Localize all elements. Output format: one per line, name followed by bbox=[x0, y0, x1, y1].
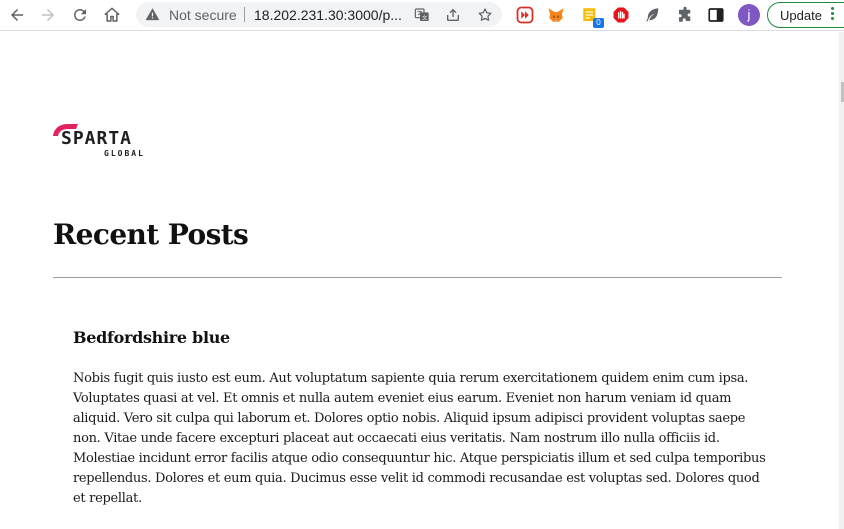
metamask-extension-button[interactable] bbox=[546, 5, 566, 25]
reload-icon bbox=[74, 8, 86, 21]
share-icon bbox=[447, 8, 459, 21]
extension-red-button[interactable] bbox=[515, 5, 535, 25]
url-text[interactable]: 18.202.231.30:3000/p... bbox=[254, 7, 402, 23]
extension-badge: 0 bbox=[593, 18, 604, 28]
back-button[interactable] bbox=[4, 3, 30, 27]
home-icon bbox=[104, 7, 120, 22]
profile-avatar[interactable]: j bbox=[738, 4, 760, 26]
post-title[interactable]: Bedfordshire blue bbox=[73, 328, 230, 347]
translate-icon: 文 bbox=[414, 8, 429, 22]
page-title: Recent Posts bbox=[53, 218, 249, 251]
post-body: Nobis fugit quis iusto est eum. Aut volu… bbox=[73, 371, 766, 506]
stop-hand-icon bbox=[613, 7, 629, 23]
adblock-extension-button[interactable] bbox=[611, 5, 631, 25]
browser-toolbar: Not secure 18.202.231.30:3000/p... 文 0 j… bbox=[0, 0, 844, 31]
star-icon bbox=[478, 8, 492, 21]
update-button[interactable]: Update bbox=[767, 2, 844, 28]
forward-button[interactable] bbox=[35, 3, 61, 27]
address-bar[interactable]: Not secure 18.202.231.30:3000/p... 文 bbox=[136, 2, 502, 27]
side-panel-icon bbox=[708, 8, 724, 22]
leaf-icon bbox=[646, 8, 659, 22]
puzzle-icon bbox=[679, 6, 691, 22]
logo-wordmark: SPARTA bbox=[61, 128, 133, 149]
logo-subtitle: GLOBAL bbox=[104, 149, 145, 158]
translate-button[interactable]: 文 bbox=[412, 5, 432, 25]
fast-forward-icon bbox=[516, 6, 534, 24]
page-scrollbar[interactable] bbox=[839, 32, 844, 529]
notes-extension-button[interactable]: 0 bbox=[580, 5, 604, 28]
side-panel-button[interactable] bbox=[706, 5, 726, 25]
update-label: Update bbox=[780, 8, 822, 23]
fox-icon bbox=[548, 8, 564, 22]
arrow-left-icon bbox=[11, 9, 23, 21]
arrow-right-icon bbox=[42, 9, 54, 21]
reload-button[interactable] bbox=[67, 3, 93, 27]
leaf-extension-button[interactable] bbox=[643, 5, 663, 25]
extensions-menu-button[interactable] bbox=[675, 5, 695, 25]
home-button[interactable] bbox=[99, 3, 125, 27]
heading-divider bbox=[53, 277, 782, 278]
share-button[interactable] bbox=[443, 5, 463, 25]
menu-dots-icon bbox=[830, 7, 836, 23]
security-label[interactable]: Not secure bbox=[169, 7, 237, 23]
bookmark-button[interactable] bbox=[475, 5, 495, 25]
warning-icon bbox=[145, 8, 160, 21]
site-logo[interactable]: SPARTA GLOBAL bbox=[52, 122, 162, 162]
omnibox-divider bbox=[244, 7, 245, 22]
